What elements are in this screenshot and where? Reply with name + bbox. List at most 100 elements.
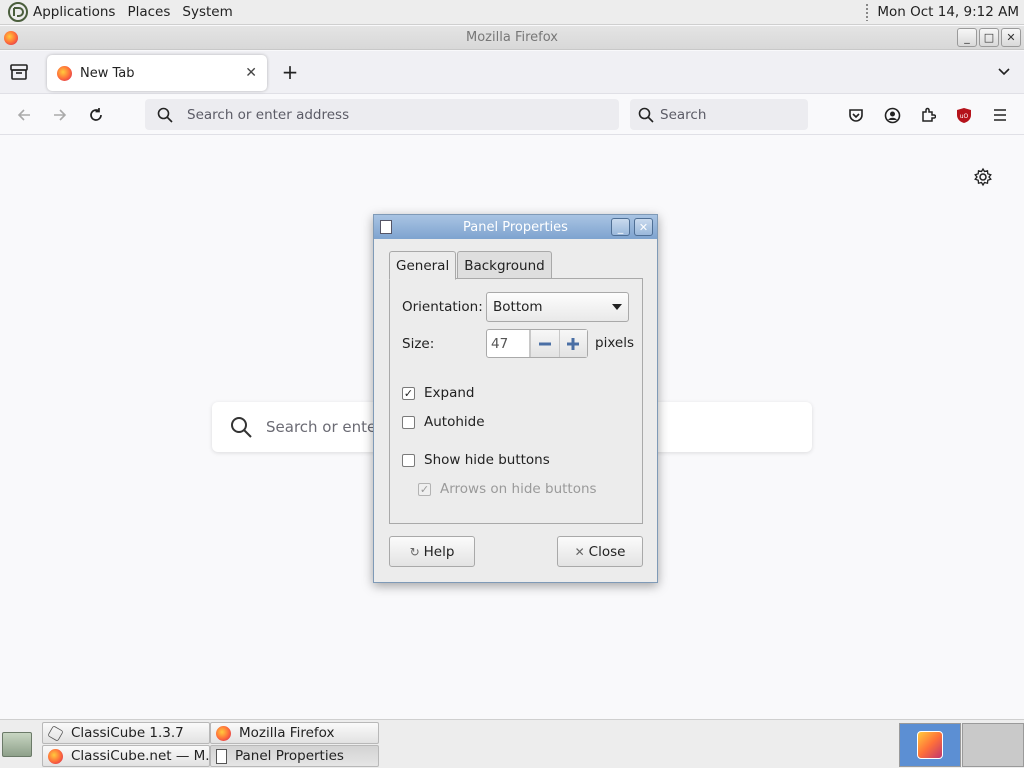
firefox-titlebar: Mozilla Firefox _ □ ✕: [0, 26, 1024, 50]
plus-icon: [567, 337, 580, 350]
show-hide-buttons-checkbox[interactable]: Show hide buttons: [402, 452, 550, 468]
search-icon: [638, 107, 654, 123]
workspace-1[interactable]: [899, 723, 961, 767]
workspace-window-thumbnail: [917, 731, 943, 759]
classicube-icon: [47, 724, 64, 742]
search-icon: [231, 417, 252, 438]
panel-icon[interactable]: [380, 220, 392, 234]
orientation-label: Orientation:: [402, 299, 483, 315]
minus-icon: [538, 342, 551, 345]
arrows-checkbox: ✓ Arrows on hide buttons: [418, 481, 597, 497]
bottom-panel: ClassiCube 1.3.7 Mozilla Firefox ClassiC…: [0, 719, 1024, 768]
task-mozilla-firefox[interactable]: Mozilla Firefox: [210, 722, 379, 744]
expand-label: Expand: [424, 385, 475, 401]
reload-icon: [90, 108, 102, 121]
menu-system[interactable]: System: [182, 4, 232, 20]
dropdown-arrow-icon: [612, 304, 622, 310]
arrows-label: Arrows on hide buttons: [440, 481, 597, 497]
size-decrement-button[interactable]: [530, 330, 559, 357]
orientation-value: Bottom: [493, 299, 543, 315]
close-icon: ✕: [574, 544, 585, 559]
main-menu: Applications Places System: [0, 0, 249, 25]
task-panel-properties[interactable]: Panel Properties: [210, 745, 379, 767]
menu-places[interactable]: Places: [127, 4, 170, 20]
orientation-row: Orientation:: [402, 299, 483, 315]
size-increment-button[interactable]: [558, 330, 587, 357]
help-button[interactable]: ↻ Help: [389, 536, 475, 567]
puzzle-icon: [922, 107, 936, 122]
tab-strip: New Tab ✕ +: [0, 51, 1024, 94]
firefox-icon: [48, 748, 63, 764]
clock[interactable]: Mon Oct 14, 9:12 AM: [877, 4, 1019, 20]
expand-check-icon[interactable]: ✓: [402, 386, 415, 400]
firefox-icon: [216, 725, 231, 741]
show-hide-buttons-check-icon[interactable]: [402, 453, 415, 467]
arrow-left-icon: [17, 109, 30, 121]
chevron-down-icon[interactable]: [997, 65, 1011, 79]
autohide-check-icon[interactable]: [402, 415, 415, 429]
forward-button[interactable]: [50, 105, 70, 125]
account-icon: [884, 107, 900, 123]
search-placeholder: Search: [660, 106, 707, 123]
dialog-titlebar[interactable]: Panel Properties _ ✕: [374, 215, 657, 239]
task-label: ClassiCube.net — M...: [71, 748, 210, 764]
extensions-button[interactable]: [918, 105, 938, 125]
hamburger-icon: [994, 109, 1006, 121]
ublock-shield-icon: uO: [957, 107, 971, 123]
task-classicube-net[interactable]: ClassiCube.net — M...: [42, 745, 210, 767]
size-row: Size:: [402, 336, 434, 352]
pocket-button[interactable]: [846, 105, 866, 125]
newtab-search-placeholder: Search or enter: [266, 418, 383, 436]
close-window-button[interactable]: ✕: [1001, 28, 1021, 47]
minimize-button[interactable]: _: [957, 28, 977, 47]
dialog-minimize-button[interactable]: _: [611, 218, 630, 236]
help-label: Help: [423, 543, 455, 560]
new-tab-button[interactable]: +: [280, 60, 300, 84]
close-button[interactable]: ✕ Close: [557, 536, 643, 567]
menu-applications[interactable]: Applications: [33, 4, 115, 20]
maximize-button[interactable]: □: [979, 28, 999, 47]
size-label: Size:: [402, 336, 435, 352]
address-placeholder: Search or enter address: [187, 106, 350, 123]
size-spinbutton[interactable]: 47: [486, 329, 588, 358]
gear-icon[interactable]: [973, 167, 993, 187]
show-hide-buttons-label: Show hide buttons: [424, 452, 550, 468]
nav-bar: Search or enter address Search uO: [0, 95, 1024, 135]
tab-background[interactable]: Background: [457, 251, 552, 279]
address-bar[interactable]: Search or enter address: [145, 99, 619, 130]
arrows-check-icon: ✓: [418, 482, 431, 496]
autohide-checkbox[interactable]: Autohide: [402, 414, 485, 430]
arrow-right-icon: [54, 109, 67, 121]
size-input[interactable]: 47: [487, 330, 530, 357]
orientation-select[interactable]: Bottom: [486, 292, 629, 322]
task-label: Panel Properties: [235, 748, 344, 764]
expand-checkbox[interactable]: ✓ Expand: [402, 385, 475, 401]
tab-general[interactable]: General: [389, 251, 457, 280]
mate-logo-icon[interactable]: [8, 2, 28, 22]
reload-button[interactable]: [86, 105, 106, 125]
tab-close-icon[interactable]: ✕: [245, 65, 257, 81]
tab-new-tab[interactable]: New Tab ✕: [47, 55, 267, 91]
search-bar[interactable]: Search: [630, 99, 808, 130]
back-button[interactable]: [14, 105, 34, 125]
ublock-button[interactable]: uO: [954, 105, 974, 125]
panel-handle-icon[interactable]: [865, 3, 870, 21]
pocket-icon: [849, 109, 863, 122]
size-units: pixels: [595, 335, 634, 351]
tab-label: New Tab: [80, 65, 135, 81]
firefox-view-icon[interactable]: [10, 64, 28, 80]
window-title: Mozilla Firefox: [466, 30, 558, 45]
show-desktop-icon[interactable]: [2, 732, 32, 757]
top-panel: Applications Places System Mon Oct 14, 9…: [0, 0, 1024, 25]
dialog-close-button[interactable]: ✕: [634, 218, 653, 236]
workspace-2[interactable]: [962, 723, 1024, 767]
panel-icon: [216, 748, 227, 764]
task-classicube[interactable]: ClassiCube 1.3.7: [42, 722, 210, 744]
autohide-label: Autohide: [424, 414, 485, 430]
close-label: Close: [588, 543, 626, 560]
task-label: Mozilla Firefox: [239, 725, 335, 741]
app-menu-button[interactable]: [990, 105, 1010, 125]
account-button[interactable]: [882, 105, 902, 125]
dialog-window-buttons: _ ✕: [611, 218, 653, 236]
search-icon: [157, 107, 173, 123]
